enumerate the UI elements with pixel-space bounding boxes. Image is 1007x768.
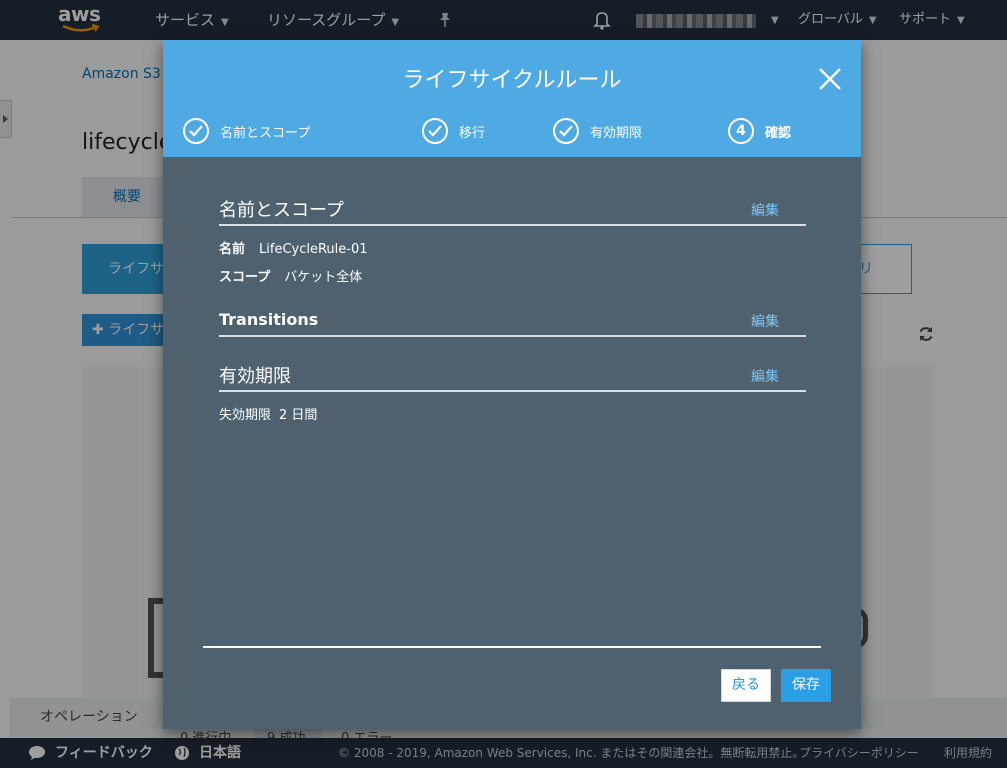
step-number-circle: 4 xyxy=(728,118,754,144)
step-label: 確認 xyxy=(765,125,792,141)
section-divider xyxy=(219,335,806,337)
step-label: 移行 xyxy=(459,125,486,141)
rule-scope-key: スコープ xyxy=(219,270,271,285)
rule-scope-row: スコープ バケット全体 xyxy=(219,266,362,285)
section-title-transitions: Transitions xyxy=(219,310,319,329)
expiration-row: 失効期限 2 日間 xyxy=(219,404,317,423)
section-divider xyxy=(219,390,806,392)
rule-name-value: LifeCycleRule-01 xyxy=(259,242,368,257)
dialog-title: ライフサイクルルール xyxy=(402,68,622,93)
step-transitions[interactable]: 移行 xyxy=(422,118,485,144)
rule-scope-value: バケット全体 xyxy=(284,270,363,285)
check-circle-icon xyxy=(183,118,209,144)
edit-expiration-link[interactable]: 編集 xyxy=(751,366,779,386)
dialog-header: ライフサイクルルール 名前とスコープ 移行 有効期限 4 確認 xyxy=(163,40,861,157)
rule-name-row: 名前 LifeCycleRule-01 xyxy=(219,238,368,257)
step-label: 名前とスコープ xyxy=(220,125,311,141)
step-label: 有効期限 xyxy=(590,125,643,141)
dialog-footer-divider xyxy=(203,646,821,648)
edit-name-scope-link[interactable]: 編集 xyxy=(751,200,779,220)
check-circle-icon xyxy=(422,118,448,144)
expiration-value: 2 日間 xyxy=(279,408,318,423)
save-button[interactable]: 保存 xyxy=(781,669,831,702)
section-title-name-scope: 名前とスコープ xyxy=(219,200,344,221)
section-divider xyxy=(219,224,806,226)
lifecycle-rule-dialog: ライフサイクルルール 名前とスコープ 移行 有効期限 4 確認 名前とスコープ … xyxy=(163,40,861,729)
back-button[interactable]: 戻る xyxy=(721,669,771,702)
step-name-scope[interactable]: 名前とスコープ xyxy=(183,118,310,144)
check-circle-icon xyxy=(553,118,579,144)
step-number: 4 xyxy=(736,123,746,139)
section-title-expiration: 有効期限 xyxy=(219,366,291,387)
step-review[interactable]: 4 確認 xyxy=(728,118,791,144)
rule-name-key: 名前 xyxy=(219,242,246,257)
expiration-key: 失効期限 xyxy=(219,408,272,423)
edit-transitions-link[interactable]: 編集 xyxy=(751,311,779,331)
step-expiration[interactable]: 有効期限 xyxy=(553,118,642,144)
close-icon[interactable] xyxy=(818,67,842,91)
